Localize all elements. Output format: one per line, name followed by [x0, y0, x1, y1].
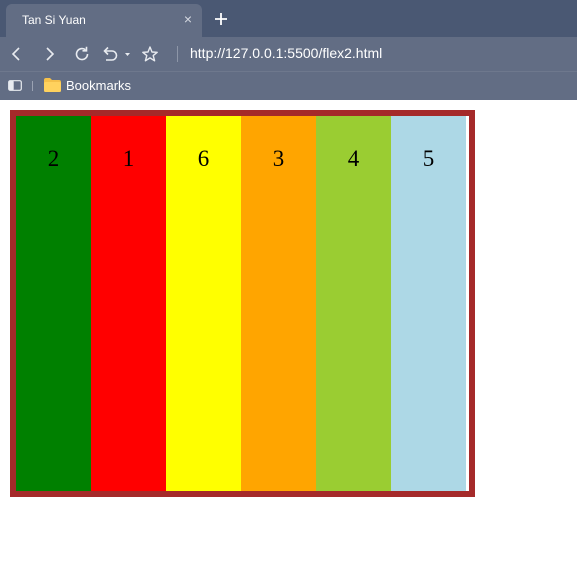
close-icon[interactable]: ×: [184, 12, 192, 26]
sidebar-toggle-icon[interactable]: [8, 80, 22, 91]
navigation-toolbar: http://127.0.0.1:5500/flex2.html: [0, 37, 577, 71]
bookmarks-bar: Bookmarks: [0, 71, 577, 100]
address-bar[interactable]: http://127.0.0.1:5500/flex2.html: [190, 45, 382, 61]
tab-title: Tan Si Yuan: [22, 13, 86, 27]
flex-container: 216345: [10, 110, 475, 497]
star-icon[interactable]: [141, 45, 159, 63]
folder-icon[interactable]: [44, 78, 61, 92]
undo-icon[interactable]: [101, 45, 133, 63]
toolbar-divider: [177, 46, 178, 62]
forward-arrow-icon[interactable]: [40, 45, 58, 63]
flex-item: 3: [241, 116, 316, 491]
reload-icon[interactable]: [73, 45, 91, 63]
plus-icon[interactable]: [213, 11, 229, 27]
flex-item: 6: [166, 116, 241, 491]
page-viewport: 216345: [0, 100, 577, 563]
tab-active[interactable]: Tan Si Yuan ×: [6, 4, 202, 37]
bookmarks-folder-label[interactable]: Bookmarks: [66, 78, 131, 93]
back-arrow-icon[interactable]: [8, 45, 26, 63]
flex-item: 5: [391, 116, 466, 491]
flex-item: 4: [316, 116, 391, 491]
flex-item: 1: [91, 116, 166, 491]
browser-window: Tan Si Yuan × http://127.0.0.1:5500/flex…: [0, 0, 577, 563]
tab-strip: Tan Si Yuan ×: [0, 0, 577, 37]
bookmarks-separator: [32, 81, 33, 91]
flex-item: 2: [16, 116, 91, 491]
